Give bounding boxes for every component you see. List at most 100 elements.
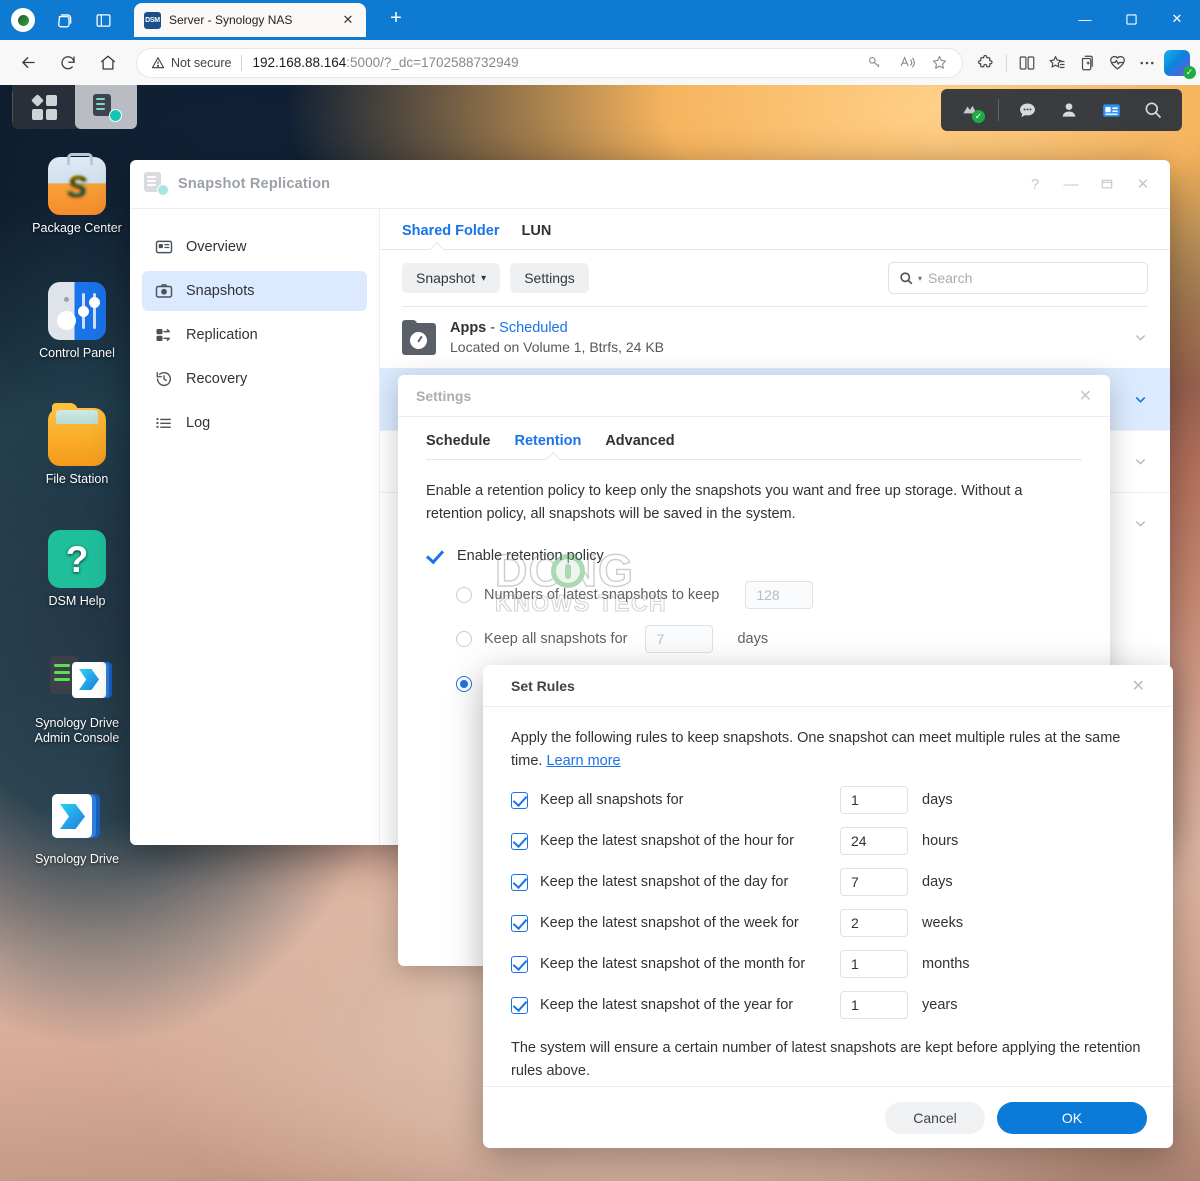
keep-all-snapshots-checkbox[interactable] [511,791,528,809]
keep-monthly-snapshot-value-input[interactable]: 1 [840,950,908,978]
collections-icon[interactable] [1072,48,1102,78]
rule-row[interactable]: Keep the latest snapshot of the month fo… [511,950,1145,978]
desktop-icon-control-panel[interactable]: Control Panel [19,282,135,361]
back-icon[interactable] [12,47,44,79]
keep-all-snapshots-input[interactable]: 7 [645,625,714,653]
row-expand-chevron-icon[interactable] [1133,516,1148,531]
browser-essentials-icon[interactable]: ✓ [1102,48,1196,79]
keep-all-snapshots-radio[interactable] [456,631,472,647]
notifications-icon[interactable] [1008,91,1046,129]
tab-advanced[interactable]: Advanced [605,433,674,459]
widgets-icon[interactable] [1092,91,1130,129]
window-close-button[interactable]: ✕ [1154,0,1200,38]
shared-folder-row[interactable]: Apps - Scheduled Located on Volume 1, Bt… [380,307,1170,368]
app-help-button[interactable]: ? [1018,167,1052,201]
new-tab-button[interactable]: + [382,5,410,33]
enable-retention-policy-row[interactable]: Enable retention policy [426,546,1082,565]
split-pane-icon[interactable] [88,5,118,35]
desktop-icon-drive-admin-console[interactable]: Synology Drive Admin Console [19,652,135,746]
keep-monthly-snapshot-checkbox[interactable] [511,955,528,973]
sidebar-item-snapshots[interactable]: Snapshots [142,271,367,311]
user-icon[interactable] [1050,91,1088,129]
resource-monitor-icon[interactable]: ✓ [951,91,989,129]
numbers-of-latest-snapshots-radio[interactable] [456,587,472,603]
security-indicator[interactable]: Not secure [151,56,231,70]
settings-dialog-close-icon[interactable]: ✕ [1079,386,1092,406]
option-keep-all-snapshots-for[interactable]: Keep all snapshots for 7 days [456,625,1082,653]
ok-button[interactable]: OK [997,1101,1147,1134]
favorites-icon[interactable] [1042,48,1072,78]
snapshot-dropdown-button[interactable]: Snapshot ▾ [402,263,501,293]
settings-dialog-titlebar[interactable]: Settings ✕ [398,375,1110,417]
keep-all-snapshots-value-input[interactable]: 1 [840,786,908,814]
rule-row[interactable]: Keep all snapshots for 1 days [511,786,1145,814]
set-rules-close-icon[interactable]: ✕ [1132,676,1145,696]
tab-search-icon[interactable] [48,5,78,35]
set-rules-titlebar[interactable]: Set Rules ✕ [483,665,1173,707]
sidebar-item-overview[interactable]: Overview [142,227,367,267]
advanced-retention-policy-radio[interactable] [456,676,472,692]
app-window-titlebar[interactable]: Snapshot Replication ? — ✕ [130,160,1170,208]
extensions-icon[interactable] [971,48,1001,78]
keep-daily-snapshot-value-input[interactable]: 7 [840,868,908,896]
edge-profile-icon[interactable] [8,5,38,35]
settings-more-icon[interactable] [1132,48,1162,78]
browser-tab[interactable]: DSM Server - Synology NAS ✕ [134,3,366,37]
app-close-button[interactable]: ✕ [1126,167,1160,201]
keep-hourly-snapshot-value-input[interactable]: 24 [840,827,908,855]
key-icon[interactable] [860,48,890,78]
row-expand-chevron-icon[interactable] [1133,330,1148,345]
window-maximize-button[interactable] [1108,0,1154,38]
option-numbers-of-latest-snapshots[interactable]: Numbers of latest snapshots to keep 128 [456,581,1082,609]
read-aloud-icon[interactable] [892,48,922,78]
synology-drive-admin-console-icon [48,652,106,710]
snapshot-replication-taskbar-icon[interactable] [75,85,137,129]
keep-hourly-snapshot-checkbox[interactable] [511,832,528,850]
rule-row[interactable]: Keep the latest snapshot of the year for… [511,991,1145,1019]
keep-daily-snapshot-checkbox[interactable] [511,873,528,891]
desktop-icon-dsm-help[interactable]: ? DSM Help [19,530,135,609]
app-minimize-button[interactable]: — [1054,167,1088,201]
folder-status: Scheduled [499,320,568,336]
rule-row[interactable]: Keep the latest snapshot of the hour for… [511,827,1145,855]
home-icon[interactable] [92,47,124,79]
rule-unit: months [922,956,970,972]
desktop-icon-package-center[interactable]: S Package Center [19,153,135,236]
sidebar-item-recovery[interactable]: Recovery [142,359,367,399]
cancel-button[interactable]: Cancel [885,1101,985,1134]
tab-close-icon[interactable]: ✕ [338,10,358,30]
keep-yearly-snapshot-checkbox[interactable] [511,996,528,1014]
sidebar-item-label: Log [186,415,211,431]
tab-lun[interactable]: LUN [522,223,552,249]
recovery-clock-icon [154,369,174,389]
window-minimize-button[interactable]: — [1062,0,1108,38]
favorite-star-icon[interactable] [924,48,954,78]
main-menu-icon[interactable] [13,85,75,129]
keep-weekly-snapshot-checkbox[interactable] [511,914,528,932]
enable-retention-policy-checkbox[interactable] [426,546,445,565]
split-screen-icon[interactable] [1012,48,1042,78]
settings-button[interactable]: Settings [510,263,589,293]
search-dropdown-caret-icon[interactable]: ▾ [918,274,922,283]
tab-shared-folder[interactable]: Shared Folder [402,223,500,249]
rule-row[interactable]: Keep the latest snapshot of the week for… [511,909,1145,937]
tab-schedule[interactable]: Schedule [426,433,490,459]
row-expand-chevron-icon[interactable] [1133,454,1148,469]
search-input[interactable]: ▾ Search [888,262,1148,294]
row-expand-chevron-icon[interactable] [1133,392,1148,407]
snapshot-replication-icon [144,172,169,196]
rule-row[interactable]: Keep the latest snapshot of the day for … [511,868,1145,896]
learn-more-link[interactable]: Learn more [546,753,620,769]
sidebar-item-replication[interactable]: Replication [142,315,367,355]
search-icon[interactable] [1134,91,1172,129]
keep-weekly-snapshot-value-input[interactable]: 2 [840,909,908,937]
numbers-of-latest-snapshots-input[interactable]: 128 [745,581,814,609]
desktop-icon-file-station[interactable]: File Station [19,403,135,487]
main-tabs: Shared Folder LUN [380,209,1170,249]
sidebar-item-log[interactable]: Log [142,403,367,443]
keep-yearly-snapshot-value-input[interactable]: 1 [840,991,908,1019]
desktop-icon-synology-drive[interactable]: Synology Drive [19,788,135,867]
refresh-icon[interactable] [52,47,84,79]
address-bar[interactable]: Not secure 192.168.88.164:5000/?_dc=1702… [136,47,963,78]
app-maximize-button[interactable] [1090,167,1124,201]
